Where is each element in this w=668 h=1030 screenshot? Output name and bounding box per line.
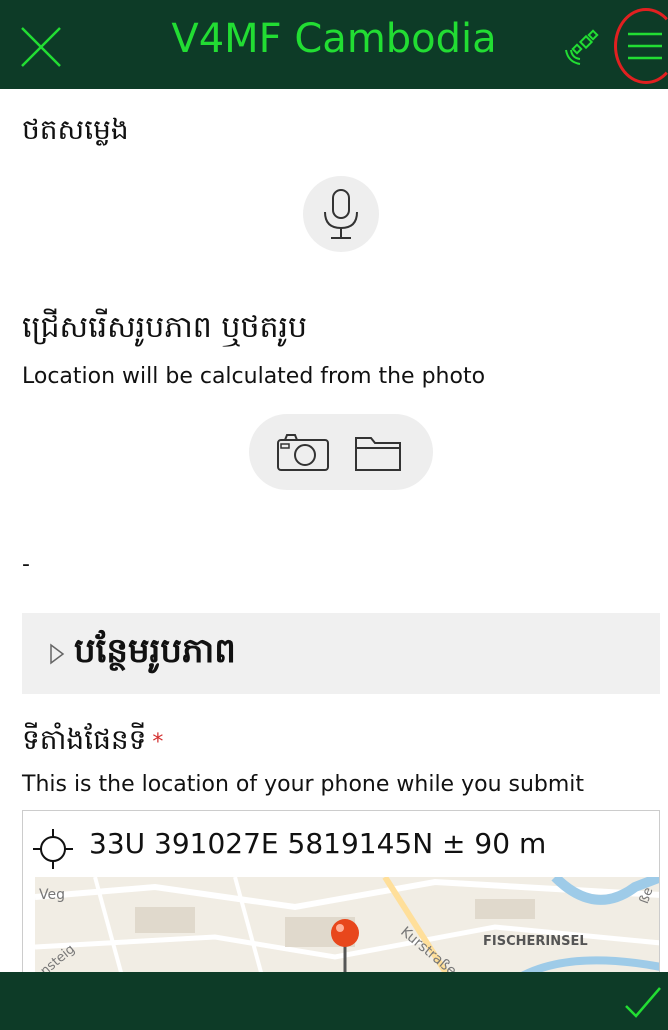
- map-tiles: Veg nsteig Kurstraße FISCHERINSEL ße: [35, 877, 659, 979]
- folder-icon[interactable]: [353, 432, 403, 472]
- map-label-fischerinsel: FISCHERINSEL: [483, 934, 588, 949]
- gps-satellite-icon[interactable]: [562, 28, 602, 68]
- separator-text: -: [22, 552, 30, 577]
- bottom-bar: [0, 972, 668, 1030]
- photo-button-group: [249, 414, 433, 490]
- microphone-icon: [324, 189, 358, 239]
- crosshair-icon[interactable]: [31, 827, 75, 871]
- coordinates-text: 33U 391027E 5819145N ± 90 m: [89, 827, 547, 860]
- location-note: This is the location of your phone while…: [22, 772, 585, 797]
- location-field[interactable]: 33U 391027E 5819145N ± 90 m Veg nsteig K…: [22, 810, 660, 980]
- add-photo-section[interactable]: បន្ថែមរូបភាព: [22, 613, 660, 694]
- photo-heading: ជ្រើសរើសរូបភាព ឬថតរូប: [22, 310, 308, 345]
- required-mark: *: [152, 730, 164, 755]
- location-heading: ទីតាំងផែនទី *: [22, 722, 163, 763]
- expand-triangle-icon: [50, 643, 65, 665]
- voice-heading: ថតសម្លេង: [22, 113, 129, 146]
- annotation-circle: [614, 8, 668, 84]
- photo-note: Location will be calculated from the pho…: [22, 364, 486, 389]
- app-header: V4MF Cambodia: [0, 0, 668, 89]
- location-heading-text: ទីតាំងផែនទី: [22, 723, 147, 756]
- location-map[interactable]: Veg nsteig Kurstraße FISCHERINSEL ße: [35, 877, 659, 979]
- camera-icon[interactable]: [275, 432, 331, 472]
- add-photo-label: បន្ថែមរូបភាព: [74, 631, 236, 671]
- map-label-veg: Veg: [39, 887, 65, 903]
- record-voice-button[interactable]: [303, 176, 379, 252]
- checkmark-icon[interactable]: [624, 986, 662, 1020]
